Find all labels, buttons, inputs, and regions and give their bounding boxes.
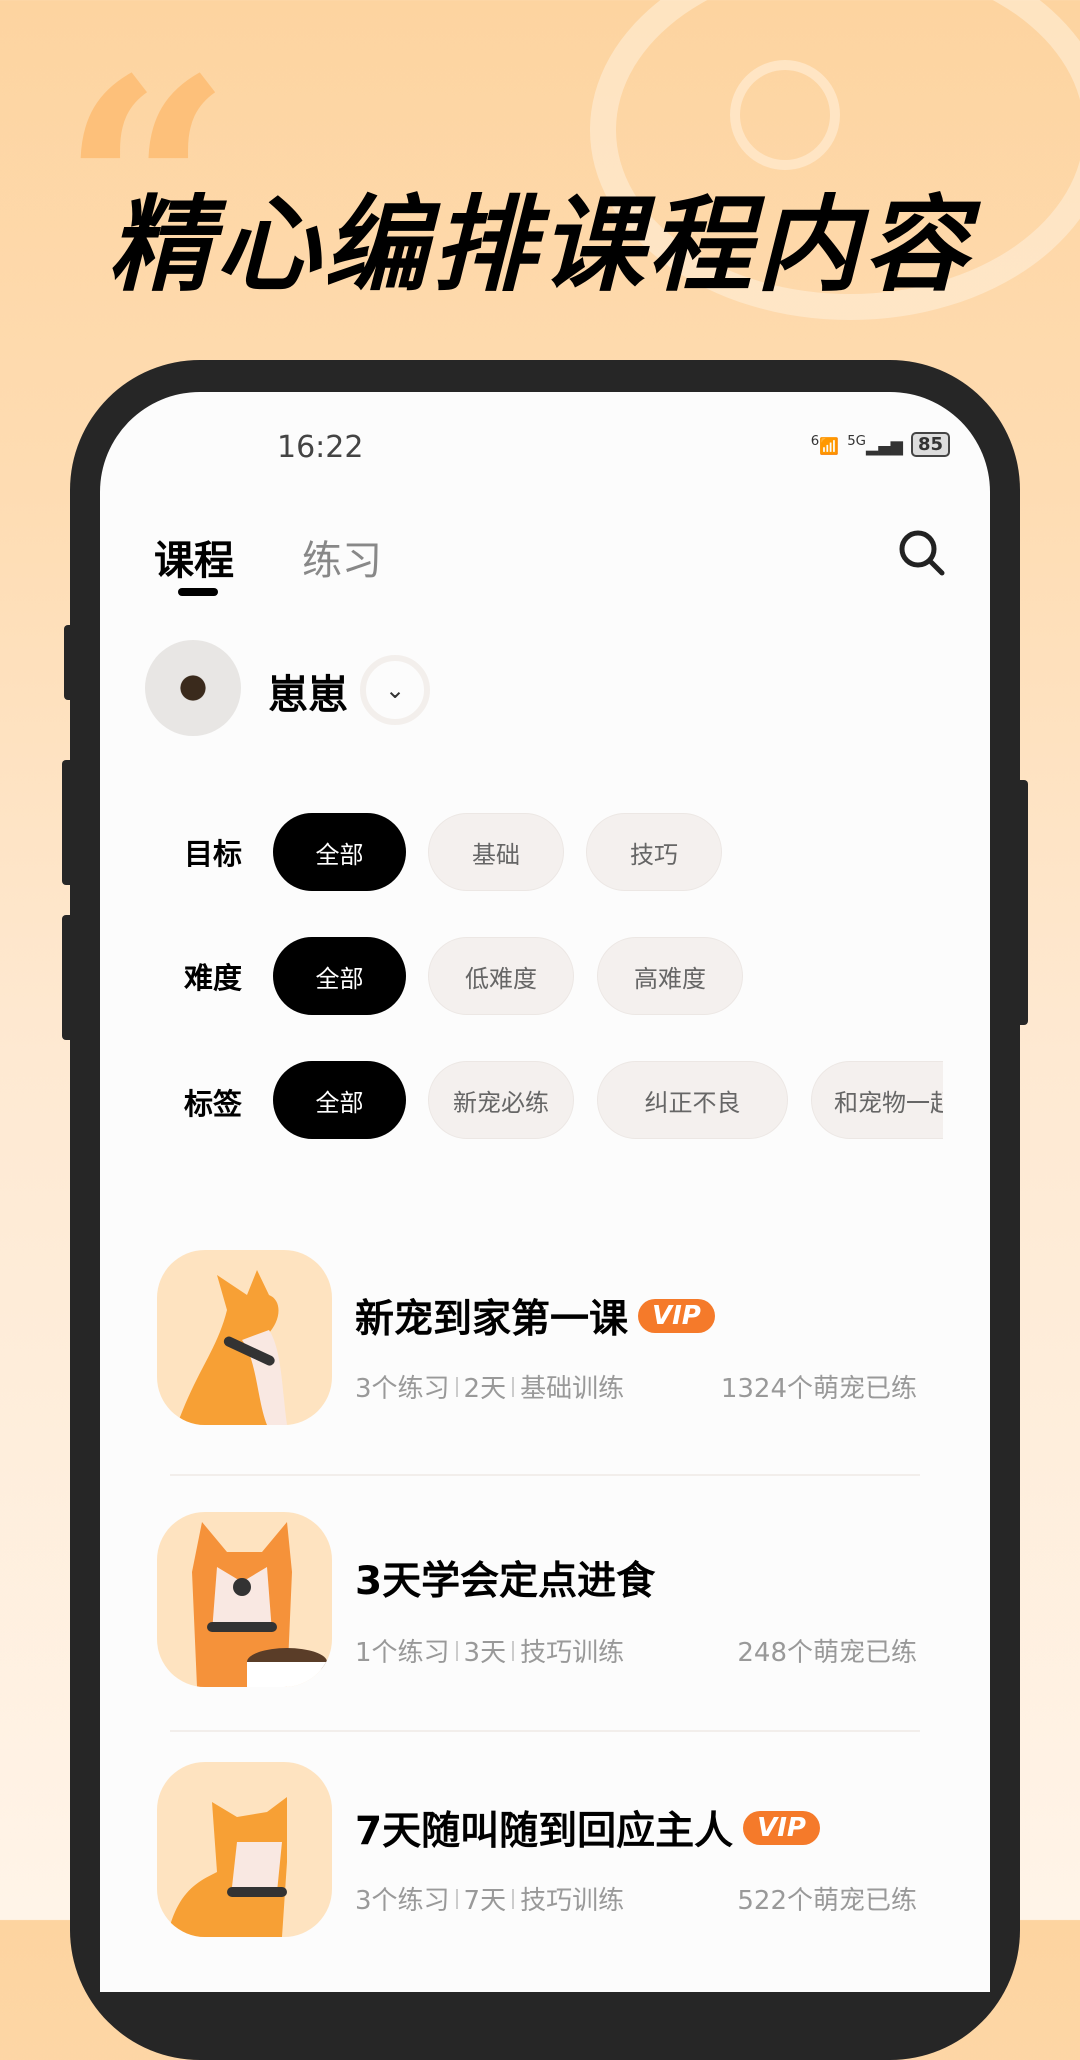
app-screen: 16:22 6📶 5G▂▄▆ 85 课程 练习 崽崽 ⌄ 目标 全部 基础 技巧… bbox=[100, 392, 990, 1992]
status-bar: 6📶 5G▂▄▆ 85 bbox=[811, 432, 950, 457]
course-item[interactable]: 3天学会定点进食 1个练习 3天 技巧训练 248个萌宠已练 bbox=[157, 1512, 917, 1692]
headline: 精心编排课程内容 bbox=[107, 184, 972, 306]
vip-badge: VIP bbox=[743, 1811, 820, 1845]
course-thumbnail bbox=[157, 1250, 332, 1425]
filter-chip[interactable]: 全部 bbox=[273, 937, 406, 1015]
practice-count: 522个萌宠已练 bbox=[737, 1886, 917, 1916]
filter-chip[interactable]: 高难度 bbox=[597, 937, 743, 1015]
filter-label: 标签 bbox=[184, 1087, 243, 1121]
practice-count: 1324个萌宠已练 bbox=[720, 1374, 917, 1404]
practice-count: 248个萌宠已练 bbox=[737, 1638, 917, 1668]
course-meta: 3个练习 2天 基础训练 bbox=[355, 1374, 625, 1404]
vip-badge: VIP bbox=[638, 1299, 715, 1333]
course-thumbnail bbox=[157, 1762, 332, 1937]
tab-courses[interactable]: 课程 bbox=[154, 528, 234, 586]
signal-icon: 5G▂▄▆ bbox=[847, 433, 903, 456]
pet-name[interactable]: 崽崽 bbox=[268, 662, 348, 720]
course-thumbnail bbox=[157, 1512, 332, 1687]
course-meta: 3个练习 7天 技巧训练 bbox=[355, 1886, 625, 1916]
filter-row-difficulty: 难度 全部 低难度 高难度 bbox=[100, 937, 990, 1015]
filter-chip[interactable]: 全部 bbox=[273, 813, 406, 891]
filter-chip[interactable]: 基础 bbox=[428, 813, 564, 891]
decorative-swirl bbox=[730, 60, 840, 170]
filter-chip[interactable]: 新宠必练 bbox=[428, 1061, 574, 1139]
divider bbox=[170, 1474, 920, 1476]
wifi-icon: 6📶 bbox=[810, 433, 840, 456]
tab-practice[interactable]: 练习 bbox=[302, 528, 382, 586]
tag-scroller[interactable]: 标签 全部 新宠必练 纠正不良 和宠物一起 bbox=[100, 1061, 943, 1139]
filter-label: 难度 bbox=[184, 961, 243, 995]
filter-chip[interactable]: 和宠物一起 bbox=[811, 1061, 943, 1139]
filter-row-goal: 目标 全部 基础 技巧 bbox=[100, 813, 990, 891]
filter-label: 目标 bbox=[184, 837, 243, 871]
battery-icon: 85 bbox=[910, 432, 950, 457]
status-time: 16:22 bbox=[277, 430, 364, 465]
search-icon[interactable] bbox=[897, 528, 947, 578]
tab-indicator bbox=[178, 588, 218, 596]
pet-avatar[interactable] bbox=[145, 640, 241, 736]
filter-row-tags: 标签 全部 新宠必练 纠正不良 和宠物一起 bbox=[100, 1061, 990, 1139]
course-title: 7天随叫随到回应主人 VIP bbox=[355, 1800, 820, 1856]
filter-chip[interactable]: 技巧 bbox=[586, 813, 722, 891]
course-meta: 1个练习 3天 技巧训练 bbox=[355, 1638, 625, 1668]
filter-chip[interactable]: 全部 bbox=[273, 1061, 406, 1139]
course-item[interactable]: 新宠到家第一课 VIP 3个练习 2天 基础训练 1324个萌宠已练 bbox=[157, 1250, 917, 1430]
chevron-down-icon[interactable]: ⌄ bbox=[360, 655, 430, 725]
course-title: 新宠到家第一课 VIP bbox=[355, 1288, 715, 1344]
filter-chip[interactable]: 纠正不良 bbox=[597, 1061, 788, 1139]
divider bbox=[170, 1730, 920, 1732]
course-title: 3天学会定点进食 bbox=[355, 1559, 656, 1604]
filter-chip[interactable]: 低难度 bbox=[428, 937, 574, 1015]
course-item[interactable]: 7天随叫随到回应主人 VIP 3个练习 7天 技巧训练 522个萌宠已练 bbox=[157, 1762, 917, 1942]
